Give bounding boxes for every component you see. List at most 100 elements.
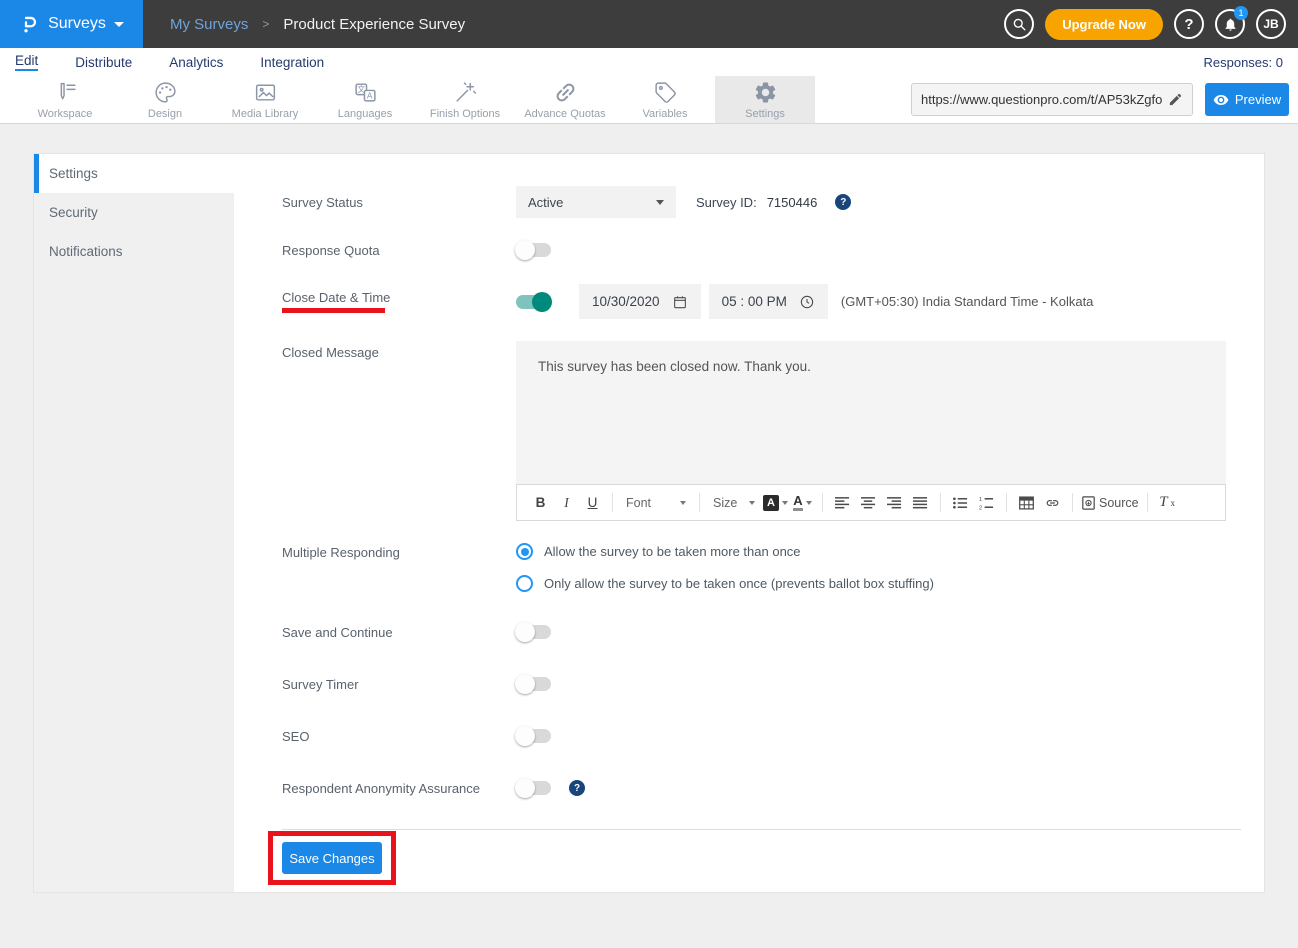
- text-color-button[interactable]: A: [791, 491, 814, 515]
- chevron-down-icon: [782, 501, 788, 505]
- edit-url-button[interactable]: [1168, 92, 1183, 107]
- toolbar-item-workspace[interactable]: Workspace: [15, 76, 115, 123]
- remove-format-button[interactable]: Tx: [1156, 491, 1179, 515]
- align-center-button[interactable]: [857, 491, 880, 515]
- notification-badge: 1: [1234, 6, 1248, 20]
- italic-button[interactable]: I: [555, 491, 578, 515]
- workspace-icon: [53, 80, 78, 105]
- radio-option-multiple[interactable]: Allow the survey to be taken more than o…: [516, 543, 801, 560]
- sidebar-item-notifications[interactable]: Notifications: [34, 232, 234, 271]
- timezone-text: (GMT+05:30) India Standard Time - Kolkat…: [841, 294, 1094, 309]
- close-time-value: 05 : 00 PM: [722, 294, 787, 309]
- tag-icon: [653, 80, 678, 105]
- main-tab-bar: Edit Distribute Analytics Integration Re…: [0, 48, 1298, 76]
- user-avatar[interactable]: JB: [1256, 9, 1286, 39]
- source-button[interactable]: Source: [1081, 491, 1139, 515]
- survey-status-select[interactable]: Active: [516, 186, 676, 218]
- respondent-anonymity-label: Respondent Anonymity Assurance: [282, 781, 516, 796]
- toolbar-separator: [699, 493, 700, 512]
- preview-button[interactable]: Preview: [1205, 83, 1289, 116]
- search-button[interactable]: [1004, 9, 1034, 39]
- toolbar-item-design[interactable]: Design: [115, 76, 215, 123]
- radio-option-once[interactable]: Only allow the survey to be taken once (…: [516, 575, 934, 592]
- survey-url-field[interactable]: https://www.questionpro.com/t/AP53kZgfo: [911, 83, 1193, 116]
- bullet-list-button[interactable]: [949, 491, 972, 515]
- align-left-button[interactable]: [831, 491, 854, 515]
- underline-button[interactable]: U: [581, 491, 604, 515]
- sidebar-item-security[interactable]: Security: [34, 193, 234, 232]
- chevron-down-icon: [749, 501, 755, 505]
- save-changes-button[interactable]: Save Changes: [282, 842, 382, 874]
- bullet-list-icon: [953, 496, 968, 510]
- size-select[interactable]: Size: [708, 491, 760, 515]
- upgrade-now-button[interactable]: Upgrade Now: [1045, 9, 1163, 40]
- numbered-list-icon: 12: [979, 496, 994, 510]
- survey-timer-toggle[interactable]: [516, 677, 551, 691]
- close-date-input[interactable]: 10/30/2020: [579, 284, 701, 319]
- bold-button[interactable]: B: [529, 491, 552, 515]
- breadcrumb-separator: >: [262, 17, 269, 31]
- toolbar-item-variables[interactable]: Variables: [615, 76, 715, 123]
- tab-integration[interactable]: Integration: [260, 55, 324, 70]
- bg-color-icon: A: [763, 495, 779, 511]
- help-button[interactable]: ?: [1174, 9, 1204, 39]
- radio-icon[interactable]: [516, 543, 533, 560]
- toolbar-item-media-library[interactable]: Media Library: [215, 76, 315, 123]
- closed-message-label: Closed Message: [282, 341, 516, 360]
- font-select[interactable]: Font: [621, 491, 691, 515]
- radio-icon[interactable]: [516, 575, 533, 592]
- toolbar-separator: [822, 493, 823, 512]
- survey-status-label: Survey Status: [282, 195, 516, 210]
- survey-id-help-icon[interactable]: ?: [835, 194, 851, 210]
- chevron-down-icon: [656, 200, 664, 205]
- toolbar-item-advance-quotas[interactable]: Advance Quotas: [515, 76, 615, 123]
- close-time-input[interactable]: 05 : 00 PM: [709, 284, 828, 319]
- translate-icon: 文 A: [353, 80, 378, 105]
- toolbar-separator: [1147, 493, 1148, 512]
- seo-toggle[interactable]: [516, 729, 551, 743]
- survey-timer-label: Survey Timer: [282, 677, 516, 692]
- chevron-down-icon: [806, 501, 812, 505]
- radio-label: Allow the survey to be taken more than o…: [544, 544, 801, 559]
- form-divider: [282, 829, 1241, 830]
- close-date-toggle[interactable]: [516, 295, 551, 309]
- close-date-label: Close Date & Time: [282, 290, 390, 305]
- settings-sidebar: Settings Security Notifications: [34, 154, 234, 892]
- survey-timer-row: Survey Timer: [282, 674, 1226, 694]
- insert-table-button[interactable]: [1015, 491, 1038, 515]
- toolbar-item-languages[interactable]: 文 A Languages: [315, 76, 415, 123]
- tab-edit[interactable]: Edit: [15, 53, 38, 71]
- close-date-row: Close Date & Time 10/30/2020 05 : 00 PM: [282, 284, 1226, 319]
- insert-link-button[interactable]: [1041, 491, 1064, 515]
- anonymity-help-icon[interactable]: ?: [569, 780, 585, 796]
- numbered-list-button[interactable]: 12: [975, 491, 998, 515]
- save-and-continue-toggle[interactable]: [516, 625, 551, 639]
- closed-message-row: Closed Message This survey has been clos…: [282, 341, 1226, 521]
- text-color-icon: A: [793, 494, 802, 511]
- toolbar-separator: [1006, 493, 1007, 512]
- align-right-button[interactable]: [883, 491, 906, 515]
- align-center-icon: [861, 496, 876, 510]
- survey-status-row: Survey Status Active Survey ID: 7150446 …: [282, 186, 1226, 218]
- toolbar-separator: [1072, 493, 1073, 512]
- tab-distribute[interactable]: Distribute: [75, 55, 132, 70]
- save-and-continue-row: Save and Continue: [282, 622, 1226, 642]
- svg-text:A: A: [366, 90, 372, 100]
- chevron-down-icon: [114, 22, 124, 27]
- align-justify-button[interactable]: [909, 491, 932, 515]
- rich-text-toolbar: B I U Font Size A A: [516, 484, 1226, 521]
- sidebar-item-settings[interactable]: Settings: [34, 154, 234, 193]
- toolbar-item-settings[interactable]: Settings: [715, 76, 815, 123]
- top-header: Surveys My Surveys > Product Experience …: [0, 0, 1298, 48]
- background-color-button[interactable]: A: [763, 491, 788, 515]
- tab-analytics[interactable]: Analytics: [169, 55, 223, 70]
- notifications-button[interactable]: 1: [1215, 9, 1245, 39]
- response-quota-toggle[interactable]: [516, 243, 551, 257]
- breadcrumb: My Surveys > Product Experience Survey: [143, 0, 465, 48]
- toolbar-item-finish-options[interactable]: Finish Options: [415, 76, 515, 123]
- closed-message-textarea[interactable]: This survey has been closed now. Thank y…: [516, 341, 1226, 484]
- breadcrumb-my-surveys[interactable]: My Surveys: [170, 16, 248, 33]
- app-logo[interactable]: Surveys: [0, 0, 143, 48]
- link-icon: [1045, 496, 1060, 510]
- respondent-anonymity-toggle[interactable]: [516, 781, 551, 795]
